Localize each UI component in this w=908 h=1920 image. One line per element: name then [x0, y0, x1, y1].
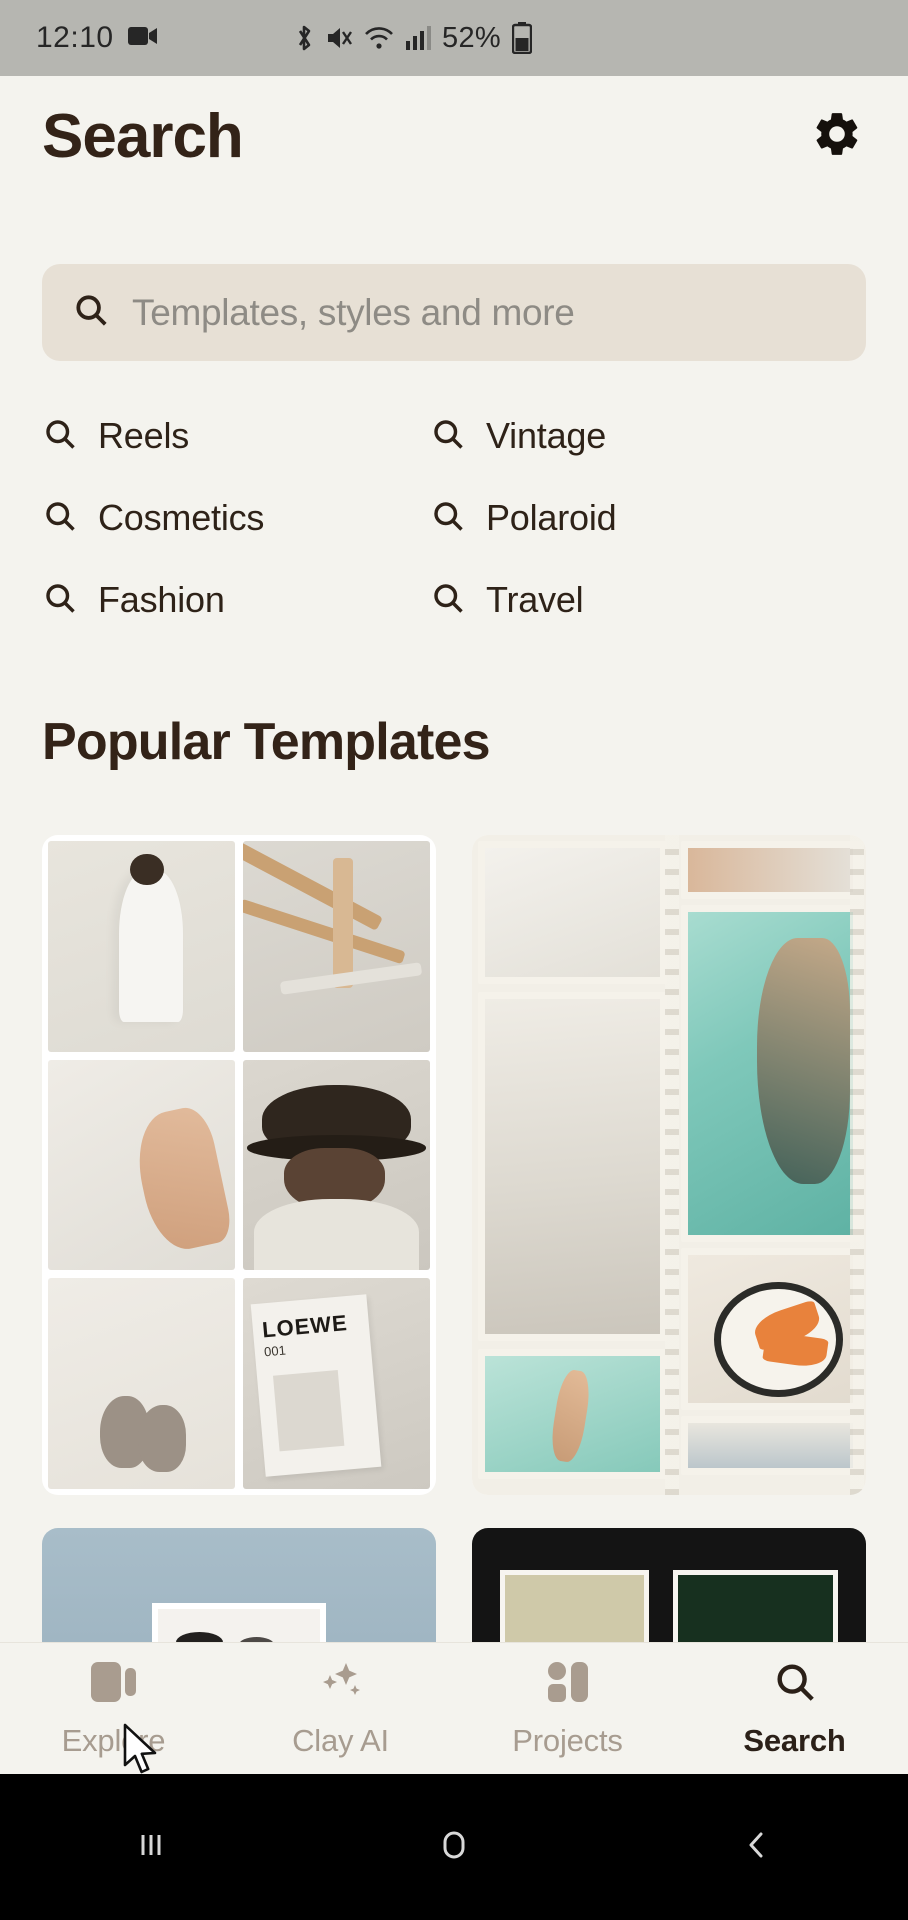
search-icon — [42, 416, 78, 457]
suggestion-item-reels[interactable]: Reels — [42, 415, 430, 457]
cellular-signal-icon — [405, 25, 432, 51]
cards-icon — [89, 1659, 139, 1710]
template-card-neutral-grid[interactable]: LOEWE 001 — [42, 835, 436, 1495]
suggestion-row: Fashion Travel — [42, 559, 866, 641]
page-title: Search — [42, 101, 244, 171]
nav-label: Search — [743, 1722, 846, 1758]
grid-icon — [543, 1659, 593, 1710]
filmstrip-preview — [472, 835, 866, 1495]
home-icon — [434, 1825, 474, 1870]
collage-tile — [243, 1059, 430, 1271]
figure-shoe-right — [137, 1404, 187, 1473]
photo-pool-surface — [478, 1349, 667, 1480]
nav-item-projects[interactable]: Projects — [454, 1659, 681, 1759]
magazine-artwork — [273, 1369, 345, 1452]
photo-interior — [680, 1416, 860, 1475]
template-card-grid: LOEWE 001 — [42, 835, 866, 1495]
search-icon — [42, 580, 78, 621]
suggestion-item-fashion[interactable]: Fashion — [42, 579, 430, 621]
status-time: 12:10 — [36, 21, 114, 54]
suggestion-item-cosmetics[interactable]: Cosmetics — [42, 497, 430, 539]
film-perforations — [850, 835, 864, 1495]
screen-record-icon — [127, 25, 158, 52]
figure-swimmer — [757, 938, 850, 1184]
figure-hand — [127, 1103, 234, 1256]
figure-woman — [119, 870, 183, 1023]
status-bar: 12:10 52% — [0, 0, 908, 76]
gear-icon — [811, 108, 863, 165]
suggestion-item-vintage[interactable]: Vintage — [430, 415, 606, 457]
suggestion-item-polaroid[interactable]: Polaroid — [430, 497, 617, 539]
suggestion-item-travel[interactable]: Travel — [430, 579, 584, 621]
home-button[interactable] — [303, 1825, 606, 1870]
status-bar-left: 12:10 — [36, 21, 158, 55]
search-icon — [430, 498, 466, 539]
template-card-sky-frame[interactable] — [42, 1528, 436, 1658]
template-card-grid-row2 — [42, 1528, 866, 1658]
search-icon — [771, 1659, 819, 1710]
recents-button[interactable] — [0, 1825, 303, 1870]
recents-icon — [131, 1825, 171, 1870]
suggestion-label: Polaroid — [486, 497, 617, 538]
search-icon — [72, 291, 110, 334]
photo-linen — [478, 841, 667, 984]
filmstrip-column-left — [472, 835, 681, 1495]
search-icon — [42, 498, 78, 539]
page-header: Search — [0, 76, 908, 196]
battery-percent: 52% — [442, 21, 501, 54]
suggestion-row: Reels Vintage — [42, 395, 866, 477]
suggestion-row: Cosmetics Polaroid — [42, 477, 866, 559]
wifi-icon — [364, 25, 394, 51]
figure-shirt — [254, 1198, 419, 1271]
search-icon — [430, 416, 466, 457]
nav-label: Clay AI — [292, 1722, 389, 1758]
sparkles-icon — [316, 1659, 366, 1710]
mute-icon — [325, 24, 353, 52]
magazine-subtitle: 001 — [263, 1343, 287, 1361]
search-icon — [430, 580, 466, 621]
settings-button[interactable] — [808, 107, 866, 165]
mouse-cursor — [123, 1723, 169, 1777]
nav-item-search[interactable]: Search — [681, 1659, 908, 1759]
suggestion-label: Reels — [98, 415, 190, 456]
figure-bamboo-sticks — [243, 841, 430, 1052]
film-perforations — [664, 835, 679, 1495]
nav-item-explore[interactable]: Explore — [0, 1659, 227, 1759]
back-button[interactable] — [605, 1825, 908, 1870]
suggestion-label: Cosmetics — [98, 497, 265, 538]
photo-swimmer — [680, 905, 860, 1243]
magazine-title: LOEWE — [261, 1310, 349, 1343]
phone-screen: 12:10 52% Search Templates, styles and m… — [0, 0, 908, 1920]
suggestion-label: Fashion — [98, 579, 225, 620]
template-card-filmstrip[interactable] — [472, 835, 866, 1495]
search-input[interactable]: Templates, styles and more — [132, 292, 575, 334]
suggestion-label: Vintage — [486, 415, 607, 456]
nav-label: Projects — [512, 1722, 623, 1758]
back-icon — [737, 1825, 777, 1870]
suggestion-label: Travel — [486, 579, 584, 620]
status-bar-right: 52% — [294, 22, 532, 55]
collage-preview: LOEWE 001 — [42, 835, 436, 1495]
photo-melon-plate — [680, 1248, 860, 1411]
template-card-dark-gallery[interactable] — [472, 1528, 866, 1658]
search-field[interactable]: Templates, styles and more — [42, 264, 866, 361]
android-navigation-bar — [0, 1774, 908, 1920]
search-suggestions: Reels Vintage Cosmetics Polaroid Fashion… — [42, 395, 866, 641]
section-title-popular-templates: Popular Templates — [42, 713, 491, 771]
collage-tile — [243, 841, 430, 1052]
magazine: LOEWE 001 — [250, 1294, 382, 1477]
bluetooth-icon — [294, 23, 314, 53]
filmstrip-column-right — [680, 835, 866, 1495]
collage-tile — [48, 1059, 235, 1271]
nav-item-clay-ai[interactable]: Clay AI — [227, 1659, 454, 1759]
collage-tile — [48, 1278, 235, 1489]
photo-skin-top — [680, 841, 860, 900]
collage-tile — [48, 841, 235, 1052]
battery-icon — [512, 22, 532, 54]
collage-tile: LOEWE 001 — [243, 1278, 430, 1489]
figure-head — [130, 853, 164, 886]
photo-stairs — [478, 991, 667, 1342]
